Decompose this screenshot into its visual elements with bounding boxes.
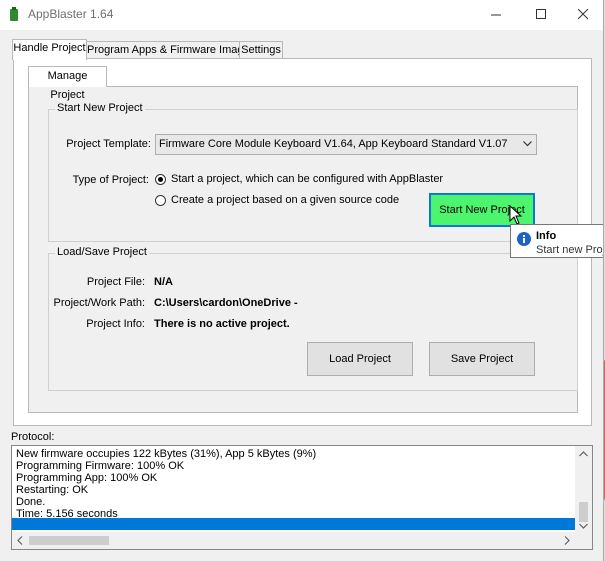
radio-source-code[interactable] — [155, 195, 166, 206]
log-line: Done. — [16, 496, 46, 508]
project-info-label: Project Info: — [86, 318, 145, 330]
load-project-button[interactable]: Load Project — [307, 342, 413, 376]
radio-configurable-label[interactable]: Start a project, which can be configured… — [171, 173, 443, 185]
template-label: Project Template: — [66, 138, 151, 150]
tooltip-text: Start new Proje — [536, 244, 604, 256]
radio-configurable[interactable] — [155, 174, 166, 185]
scroll-left-icon[interactable] — [17, 536, 23, 545]
info-icon — [517, 232, 531, 246]
scroll-right-icon[interactable] — [564, 536, 570, 545]
project-info-value: There is no active project. — [154, 318, 290, 330]
log-line: Programming Firmware: 100% OK — [16, 460, 185, 472]
radio-dot — [158, 177, 163, 182]
template-value: Firmware Core Module Keyboard V1.64, App… — [159, 138, 508, 150]
maximize-button[interactable] — [519, 0, 564, 30]
log-line: Programming App: 100% OK — [16, 472, 158, 484]
app-window: AppBlaster 1.64 Handle Project Program A… — [0, 0, 604, 561]
minimize-button[interactable] — [474, 0, 519, 30]
tooltip-title: Info — [536, 230, 557, 242]
log-line: Restarting: OK — [16, 484, 89, 496]
work-path-value: C:\Users\cardon\OneDrive - — [154, 297, 298, 309]
protocol-log[interactable]: New firmware occupies 122 kBytes (31%), … — [11, 445, 593, 550]
project-file-label: Project File: — [86, 276, 145, 288]
save-project-button[interactable]: Save Project — [429, 342, 535, 376]
title-bar[interactable]: AppBlaster 1.64 — [0, 0, 603, 30]
horizontal-scroll-thumb[interactable] — [29, 536, 109, 545]
tab-program-apps[interactable]: Program Apps & Firmware Images — [86, 41, 255, 59]
close-icon — [578, 9, 589, 20]
protocol-label: Protocol: — [11, 431, 55, 443]
vertical-scrollbar[interactable] — [575, 446, 592, 532]
info-tooltip: Info Start new Proje — [510, 224, 604, 258]
minimize-icon — [491, 14, 501, 16]
chevron-down-icon — [523, 141, 532, 147]
tab-handle-project[interactable]: Handle Project — [12, 39, 87, 60]
log-lines: New firmware occupies 122 kBytes (31%), … — [16, 448, 316, 520]
tab-manage-project[interactable]: Manage Project — [28, 66, 107, 101]
type-label: Type of Project: — [72, 174, 149, 186]
scroll-down-icon[interactable] — [579, 523, 588, 529]
tab-settings[interactable]: Settings — [239, 41, 283, 59]
scroll-up-icon[interactable] — [579, 451, 588, 457]
maximize-icon — [536, 9, 546, 19]
horizontal-scrollbar[interactable] — [12, 532, 575, 549]
vertical-scroll-thumb[interactable] — [579, 502, 588, 522]
work-path-label: Project/Work Path: — [53, 297, 146, 309]
window-title: AppBlaster 1.64 — [28, 7, 114, 21]
app-logo-icon — [10, 7, 18, 21]
scrollbar-corner — [575, 532, 592, 549]
project-file-value: N/A — [154, 276, 173, 288]
radio-source-code-label[interactable]: Create a project based on a given source… — [171, 194, 399, 206]
project-template-select[interactable]: Firmware Core Module Keyboard V1.64, App… — [155, 134, 537, 155]
log-line: Time: 5.156 seconds — [16, 508, 118, 520]
log-line: New firmware occupies 122 kBytes (31%), … — [16, 448, 317, 460]
close-button[interactable] — [561, 0, 603, 30]
group-title: Load/Save Project — [55, 246, 149, 258]
mouse-cursor-icon — [509, 205, 523, 225]
